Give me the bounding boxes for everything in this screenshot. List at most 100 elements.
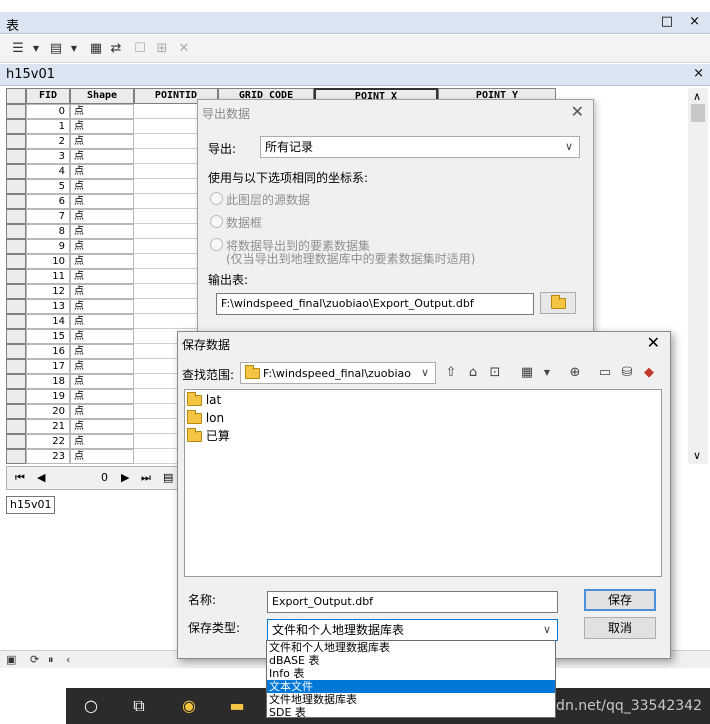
scroll-down-icon[interactable]: ∨ [693, 449, 701, 462]
browse-button[interactable] [540, 292, 576, 314]
scroll-thumb[interactable] [691, 104, 705, 122]
view-list-icon[interactable]: ▦ [518, 365, 536, 381]
row-selector[interactable] [6, 179, 26, 194]
last-record-icon[interactable]: ⏭ [141, 471, 151, 485]
task-view-icon[interactable]: ⧉ [126, 694, 152, 718]
name-input[interactable]: Export_Output.dbf [267, 591, 558, 613]
row-selector[interactable] [6, 254, 26, 269]
chevron-down-icon[interactable]: ▼ [66, 41, 82, 56]
cell-fid: 6 [26, 194, 70, 209]
next-record-icon[interactable]: ▶ [121, 471, 129, 484]
table-options-icon[interactable]: ☰ [10, 41, 26, 56]
window-buttons[interactable]: □ × [661, 14, 706, 29]
save-type-option[interactable]: SDE 表 [267, 706, 555, 719]
row-selector[interactable] [6, 389, 26, 404]
chevron-down-icon[interactable]: ▼ [28, 41, 44, 56]
radio-data-frame-label: 数据框 [226, 216, 263, 230]
save-type-option[interactable]: 文本文件 [267, 680, 555, 693]
save-type-option[interactable]: Info 表 [267, 667, 555, 680]
switch-selection-icon[interactable]: ⇄ [108, 41, 124, 56]
database-icon[interactable]: ⛁ [618, 365, 636, 381]
cell-fid: 3 [26, 149, 70, 164]
row-selector[interactable] [6, 359, 26, 374]
chevron-left-icon[interactable]: ‹ [66, 653, 70, 666]
previous-record-icon[interactable]: ◀ [37, 471, 45, 484]
row-selector-header[interactable] [6, 88, 26, 104]
sheet-tab[interactable]: h15v01 [6, 496, 56, 514]
row-selector[interactable] [6, 194, 26, 209]
cell-shape: 点 [70, 104, 134, 119]
file-explorer-icon[interactable]: ▬ [224, 694, 250, 718]
export-label: 导出: [208, 142, 237, 156]
folder-icon[interactable]: ▭ [596, 365, 614, 381]
related-tables-icon[interactable]: ▤ [48, 41, 64, 56]
radio-source-data[interactable] [210, 192, 223, 205]
radio-data-frame[interactable] [210, 215, 223, 228]
row-selector[interactable] [6, 164, 26, 179]
row-selector[interactable] [6, 269, 26, 284]
close-icon[interactable]: × [693, 66, 704, 81]
list-item[interactable]: lat [187, 392, 221, 409]
table-tab-title[interactable]: h15v01 [6, 67, 55, 82]
pause-icon[interactable]: ⏸ [48, 653, 54, 667]
first-record-icon[interactable]: ⏮ [15, 471, 25, 485]
cancel-button[interactable]: 取消 [584, 617, 656, 639]
row-selector[interactable] [6, 314, 26, 329]
clear-selection-icon[interactable]: ☐ [132, 41, 148, 56]
cell-fid: 15 [26, 329, 70, 344]
chrome-icon[interactable]: ◉ [176, 694, 202, 718]
column-header-fid[interactable]: FID [26, 88, 70, 104]
row-selector[interactable] [6, 419, 26, 434]
cell-fid: 10 [26, 254, 70, 269]
row-selector[interactable] [6, 284, 26, 299]
row-selector[interactable] [6, 404, 26, 419]
row-selector[interactable] [6, 104, 26, 119]
row-selector[interactable] [6, 119, 26, 134]
save-button[interactable]: 保存 [584, 589, 656, 611]
row-selector[interactable] [6, 299, 26, 314]
cell-shape: 点 [70, 209, 134, 224]
close-icon[interactable]: ✕ [647, 333, 660, 352]
show-all-records-icon[interactable]: ▤ [163, 471, 173, 484]
search-circle-icon[interactable]: ○ [78, 694, 104, 718]
delete-selected-icon[interactable]: ✕ [176, 41, 192, 56]
save-type-option[interactable]: dBASE 表 [267, 654, 555, 667]
cell-fid: 23 [26, 449, 70, 464]
layout-view-icon[interactable]: ▣ [6, 653, 16, 666]
column-header-shape[interactable]: Shape [70, 88, 134, 104]
row-selector[interactable] [6, 329, 26, 344]
table-vertical-scrollbar[interactable]: ∧ ∨ [688, 88, 708, 464]
connect-folder-icon[interactable]: ⊡ [486, 365, 504, 381]
row-selector[interactable] [6, 449, 26, 464]
row-selector[interactable] [6, 239, 26, 254]
home-icon[interactable]: ⌂ [464, 365, 482, 381]
new-folder-icon[interactable]: ⊕ [566, 365, 584, 381]
row-selector[interactable] [6, 344, 26, 359]
output-table-input[interactable]: F:\windspeed_final\zuobiao\Export_Output… [216, 293, 534, 315]
close-icon[interactable]: ✕ [571, 102, 584, 121]
row-selector[interactable] [6, 374, 26, 389]
row-selector[interactable] [6, 224, 26, 239]
row-selector[interactable] [6, 209, 26, 224]
save-type-option[interactable]: 文件和个人地理数据库表 [267, 641, 555, 654]
radio-feature-dataset[interactable] [210, 238, 223, 251]
up-one-level-icon[interactable]: ⇧ [442, 365, 460, 381]
row-selector[interactable] [6, 434, 26, 449]
list-item[interactable]: 已算 [187, 428, 230, 445]
save-type-select[interactable]: 文件和个人地理数据库表 ∨ [267, 619, 558, 641]
list-item[interactable]: lon [187, 410, 224, 427]
file-name: lon [205, 411, 225, 425]
row-selector[interactable] [6, 134, 26, 149]
scroll-up-icon[interactable]: ∧ [693, 90, 701, 103]
select-by-attributes-icon[interactable]: ▦ [88, 41, 104, 56]
current-record-number[interactable]: 0 [101, 471, 108, 484]
zoom-to-selected-icon[interactable]: ⊞ [154, 41, 170, 56]
look-in-select[interactable]: F:\windspeed_final\zuobiao ∨ [240, 362, 436, 384]
cell-shape: 点 [70, 344, 134, 359]
refresh-icon[interactable]: ⟳ [30, 653, 39, 666]
export-select[interactable]: 所有记录 ∨ [260, 136, 580, 158]
save-type-option[interactable]: 文件地理数据库表 [267, 693, 555, 706]
chevron-down-icon[interactable]: ▼ [538, 365, 556, 381]
toolbox-icon[interactable]: ◆ [640, 365, 658, 381]
row-selector[interactable] [6, 149, 26, 164]
